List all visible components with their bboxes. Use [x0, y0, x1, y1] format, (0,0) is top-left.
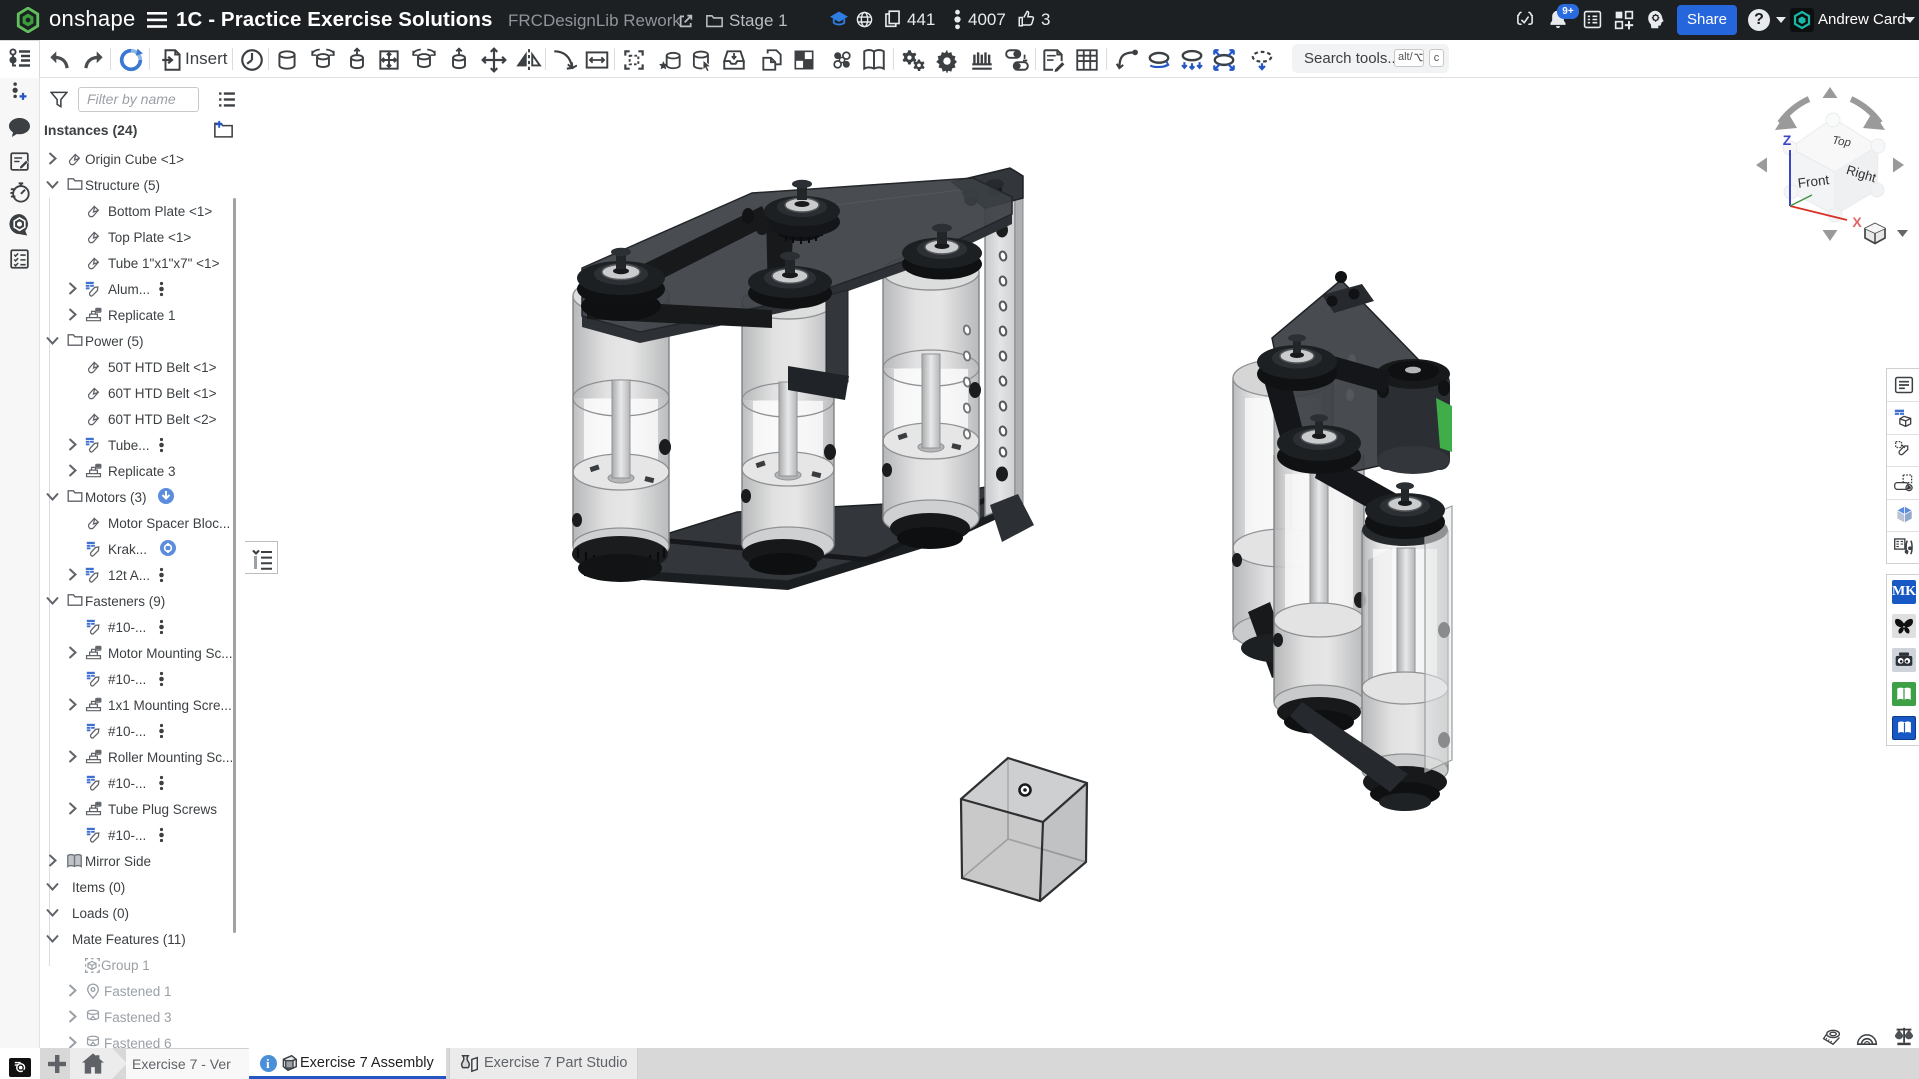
svg-text:Z: Z — [1783, 132, 1792, 148]
svg-text:X: X — [1852, 214, 1862, 230]
